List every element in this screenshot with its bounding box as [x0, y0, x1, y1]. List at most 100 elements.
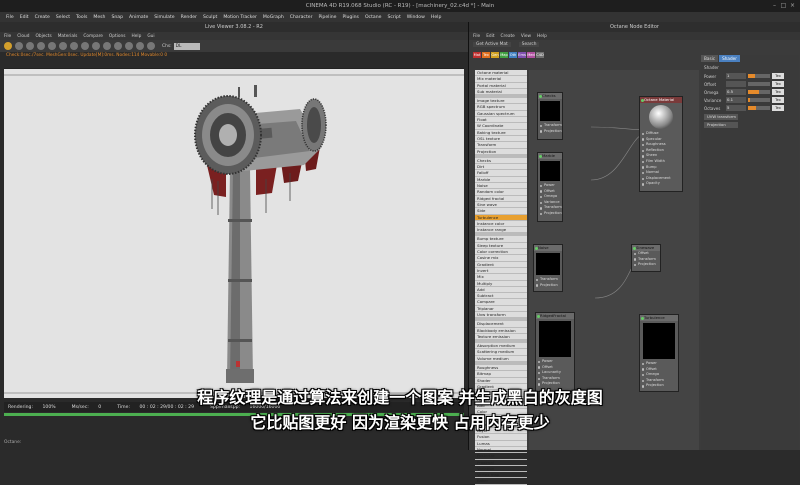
channel-dropdown[interactable]: DL — [173, 42, 200, 50]
node-editor-toolbar: Get Active Mat Search — [469, 40, 800, 49]
region-render-icon[interactable] — [103, 42, 111, 50]
close-icon[interactable]: × — [789, 2, 796, 9]
lv-menu-compare[interactable]: Compare — [83, 34, 103, 39]
light-icon[interactable] — [136, 42, 144, 50]
param-mode-button[interactable]: Tex — [772, 89, 784, 95]
restart-render-icon[interactable] — [15, 42, 23, 50]
settings-icon[interactable] — [48, 42, 56, 50]
param-mode-button[interactable]: Tex — [772, 97, 784, 103]
menu-snap[interactable]: Snap — [111, 15, 123, 20]
param-slider[interactable] — [748, 82, 770, 86]
param-value-field[interactable]: 0.1 — [726, 97, 746, 103]
node-checks[interactable]: Checks Transform Projection — [537, 92, 563, 140]
param-value-field[interactable]: 5 — [726, 105, 746, 111]
node-tab-med[interactable]: Med — [527, 52, 535, 58]
param-mode-button[interactable]: Tex — [772, 81, 784, 87]
lv-menu-objects[interactable]: Objects — [35, 34, 51, 39]
node-marble[interactable]: Marble Power Offset Omega Variance Trans… — [537, 152, 563, 222]
minimize-icon[interactable]: – — [771, 2, 778, 9]
node-tab-c4d[interactable]: C4D — [536, 52, 544, 58]
menu-edit[interactable]: Edit — [20, 15, 29, 20]
menu-mograph[interactable]: MoGraph — [263, 15, 284, 20]
menu-select[interactable]: Select — [56, 15, 70, 20]
lv-menu-cloud[interactable]: Cloud — [17, 34, 29, 39]
menu-animate[interactable]: Animate — [129, 15, 148, 20]
node-octane-material[interactable]: Octane Material Diffuse Specular Roughne… — [639, 96, 683, 192]
param-value-field[interactable] — [726, 81, 746, 87]
port-projection[interactable]: Projection — [534, 283, 562, 289]
node-tab-oth[interactable]: Oth — [509, 52, 517, 58]
node-octane-material-header: Octane Material — [640, 97, 682, 103]
ne-menu-view[interactable]: View — [521, 34, 531, 39]
ne-menu-file[interactable]: File — [473, 34, 480, 39]
clay-mode-icon[interactable] — [125, 42, 133, 50]
tab-shader[interactable]: Shader — [719, 55, 740, 62]
node-turbulence[interactable]: Turbulence Power Offset Omega Transform … — [639, 314, 679, 392]
port-opacity[interactable]: Opacity — [640, 181, 682, 187]
projection-button[interactable]: Projection — [704, 122, 738, 128]
menu-render[interactable]: Render — [181, 15, 197, 20]
lv-menu-options[interactable]: Options — [109, 34, 126, 39]
ne-menu-help[interactable]: Help — [537, 34, 547, 39]
get-active-mat-button[interactable]: Get Active Mat — [473, 42, 511, 47]
node-tab-mat[interactable]: Mat — [473, 52, 481, 58]
param-value-field[interactable]: 1 — [726, 73, 746, 79]
ne-menu-edit[interactable]: Edit — [486, 34, 494, 39]
node-tab-ems[interactable]: Ems — [518, 52, 526, 58]
menu-pipeline[interactable]: Pipeline — [318, 15, 336, 20]
menu-tools[interactable]: Tools — [76, 15, 87, 20]
node-ridged-fractal[interactable]: RidgedFractal Power Offset Lacunarity Tr… — [535, 312, 575, 392]
port-projection[interactable]: Projection — [538, 211, 562, 217]
menu-plugins[interactable]: Plugins — [342, 15, 358, 20]
menu-mesh[interactable]: Mesh — [93, 15, 105, 20]
list-item[interactable]: Baker — [475, 478, 527, 485]
menu-help[interactable]: Help — [431, 15, 441, 20]
pause-icon[interactable] — [26, 42, 34, 50]
render-viewport[interactable] — [4, 68, 464, 398]
param-slider[interactable] — [748, 106, 770, 110]
node-sinewave[interactable]: Sinewave Offset Transform Projection — [631, 244, 661, 272]
ne-menu-create[interactable]: Create — [501, 34, 515, 39]
lock-icon[interactable] — [59, 42, 67, 50]
param-slider[interactable] — [748, 98, 770, 102]
film-region-icon[interactable] — [114, 42, 122, 50]
menu-sculpt[interactable]: Sculpt — [203, 15, 217, 20]
menu-create[interactable]: Create — [35, 15, 50, 20]
pick-object-icon[interactable] — [92, 42, 100, 50]
node-tab-gen[interactable]: Gen — [491, 52, 499, 58]
lv-menu-materials[interactable]: Materials — [58, 34, 78, 39]
node-checks-dot — [539, 94, 542, 98]
menu-motion-tracker[interactable]: Motion Tracker — [223, 15, 257, 20]
port-projection[interactable]: Projection — [632, 262, 660, 268]
tab-basic[interactable]: Basic — [701, 55, 719, 62]
param-slider[interactable] — [748, 74, 770, 78]
pick-material-icon[interactable] — [81, 42, 89, 50]
node-tab-map[interactable]: Map — [500, 52, 508, 58]
search-button[interactable]: Search — [518, 42, 540, 47]
param-value-field[interactable]: 0.5 — [726, 89, 746, 95]
port-projection[interactable]: Projection — [538, 129, 562, 135]
subsampling-icon[interactable] — [147, 42, 155, 50]
lv-menu-file[interactable]: File — [4, 34, 11, 39]
lv-menu-gui[interactable]: Gui — [147, 34, 154, 39]
menu-simulate[interactable]: Simulate — [154, 15, 174, 20]
node-noise-title: Noise — [538, 245, 549, 250]
stop-icon[interactable] — [37, 42, 45, 50]
menu-script[interactable]: Script — [387, 15, 400, 20]
send-scene-icon[interactable] — [4, 42, 12, 50]
param-mode-button[interactable]: Tex — [772, 105, 784, 111]
node-noise[interactable]: Noise Transform Projection — [533, 244, 563, 292]
lv-menu-help[interactable]: Help — [132, 34, 142, 39]
pick-focus-icon[interactable] — [70, 42, 78, 50]
node-checks-preview — [540, 101, 560, 121]
menu-window[interactable]: Window — [407, 15, 425, 20]
maximize-icon[interactable]: □ — [780, 2, 787, 9]
param-mode-button[interactable]: Tex — [772, 73, 784, 79]
menu-character[interactable]: Character — [290, 15, 313, 20]
uvw-transform-button[interactable]: UVW transform — [704, 114, 738, 120]
menu-file[interactable]: File — [6, 15, 14, 20]
param-slider[interactable] — [748, 90, 770, 94]
node-turbulence-header: Turbulence — [640, 315, 678, 321]
node-tab-tex[interactable]: Tex — [482, 52, 490, 58]
menu-octane[interactable]: Octane — [365, 15, 382, 20]
